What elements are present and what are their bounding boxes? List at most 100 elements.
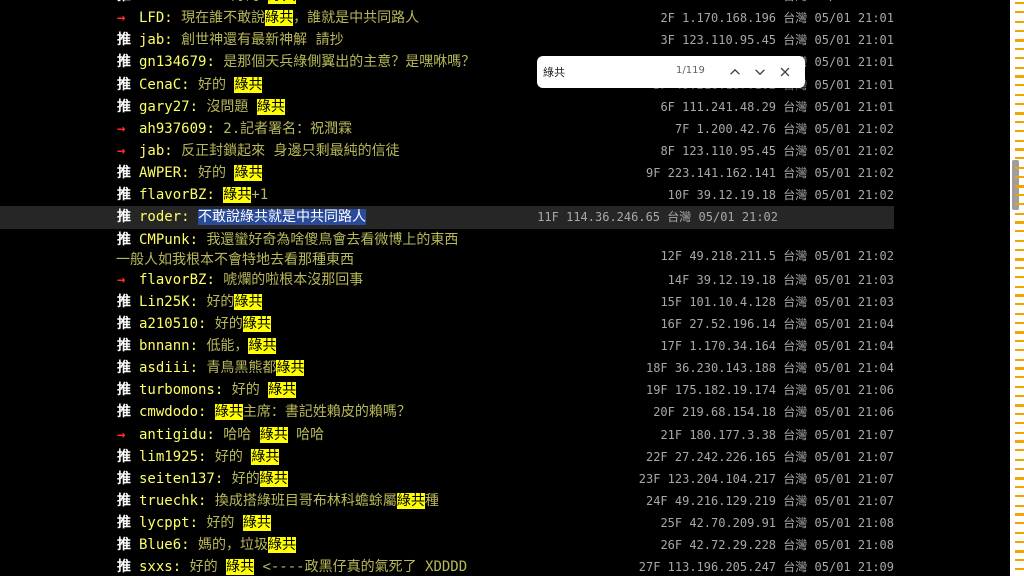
comment-body: 推 truechk: 換成搭綠班目哥布林科蟾蜍屬綠共種 [117,490,439,512]
scrollbar-match-marker [1015,103,1024,106]
comment-separator: : [206,271,224,288]
search-match-highlight: 綠共 [396,492,425,509]
comment-user: turbomons [139,382,215,399]
comment-meta: 2F 1.170.168.196 台灣 05/01 21:01 [660,7,894,29]
comment-body: → flavorBZ: 唬爛的啦根本沒那回事 [117,269,363,291]
arrow-tag: → [117,271,126,288]
scrollbar-match-marker [1015,239,1024,242]
comment-loc: 台灣 [783,316,808,331]
comment-meta: 3F 123.110.95.45 台灣 05/01 21:01 [660,29,894,51]
comment-text: 好的 [198,165,235,182]
scrollbar-match-marker [1015,266,1024,269]
comment-ip: 8F 123.110.95.45 [660,143,777,158]
comment-time: 05/01 21:02 [814,188,894,203]
scrollbar-match-marker [1015,139,1024,142]
scrollbar-match-marker [1015,221,1024,223]
comment-time: 05/01 21:08 [814,538,894,553]
find-close-button[interactable] [774,61,796,83]
find-in-page-bar: 1/119 [537,56,805,88]
comment-ip: 11F 114.36.246.65 [537,210,661,225]
arrow-tag: → [117,120,126,137]
scrollbar-match-marker [1015,75,1024,77]
find-input[interactable] [543,62,663,82]
comment-meta: 25F 42.70.209.91 台灣 05/01 21:08 [660,512,894,534]
comment-text: 好的 [206,515,243,532]
comment-separator: : [189,337,207,354]
comment-separator: : [172,559,190,576]
comment-row: 推 jab: 創世神還有最新神解 請抄 3F 123.110.95.45 台灣 05… [0,29,1010,51]
scrollbar-match-marker [1015,157,1024,160]
comment-loc: 台灣 [783,427,808,442]
search-match-highlight: 綠共 [242,315,271,332]
search-match-highlight: 綠共 [268,537,297,554]
arrow-tag: → [117,142,126,159]
comment-separator: : [198,492,215,509]
comment-loc: 台灣 [783,516,808,531]
comment-separator: : [198,448,215,465]
comment-separator: : [189,231,207,248]
search-match-highlight: 綠共 [234,293,263,310]
comment-separator: : [181,76,199,93]
comment-ip: 1F 111.243.181.42 [653,0,776,3]
comment-loc: 台灣 [783,361,808,376]
comment-user: cmwdodo [139,404,199,421]
comment-user: a210510 [139,315,199,332]
search-match-highlight: 綠共 [276,360,305,377]
comment-time: 05/01 21:02 [814,248,894,263]
scrollbar-match-marker [1015,294,1024,296]
push-tag: 推 [117,559,131,576]
comment-ip: 23F 123.204.104.217 [638,471,777,486]
push-tag: 推 [117,293,131,310]
comment-time: 05/01 21:06 [814,383,894,398]
comment-user: lim1925 [139,448,199,465]
comment-text: 好的 [198,76,235,93]
comment-loc: 台灣 [783,538,808,553]
comment-body: → LFD: 現在誰不敢說綠共，誰就是中共同路人 [117,7,419,29]
scrollbar-match-marker [1015,2,1024,4]
comment-loc: 台灣 [783,272,808,287]
vertical-scrollbar[interactable] [1010,0,1024,576]
comment-row: 推 Lin25K: 好的綠共 15F 101.10.4.128 台灣 05/01 2… [0,291,1010,313]
arrow-tag: → [117,426,126,443]
find-match-count: 1/119 [676,65,705,76]
comment-text: 主席：書記姓賴皮的賴嗎？ [242,404,411,421]
comment-body: 推 bnnann: 低能，綠共 [117,335,277,357]
comment-loc: 台灣 [783,188,808,203]
comment-time: 05/01 21:01 [814,11,894,26]
comment-text: 媽的，垃圾 [198,537,269,554]
comment-loc: 台灣 [783,471,808,486]
comment-ip: 16F 27.52.196.14 [660,316,777,331]
comment-body: 推 Lin25K: 好的綠共 [117,291,263,313]
comment-list: 推LimYoHwan: 好的 綠共1F 111.243.181.42 台灣 05… [0,0,1010,576]
comment-separator: : [164,10,182,27]
scrollbar-match-marker [1015,358,1024,361]
comment-separator: : [189,515,207,532]
comment-text: ，誰就是中共同路人 [293,10,420,27]
scrollbar-match-marker [1015,38,1024,41]
search-match-highlight: 綠共 [223,187,252,204]
find-previous-button[interactable] [724,61,746,83]
comment-row: → antigidu: 哈哈 綠共 哈哈 21F 180.177.3.38 台灣 0… [0,424,1010,446]
comment-body: 推 seiten137: 好的綠共 [117,468,288,490]
scrollbar-match-marker [1015,522,1024,525]
scrollbar-match-marker [1015,203,1024,206]
comment-text: 好的 [231,470,260,487]
comment-time: 05/01 21:04 [814,316,894,331]
comment-row: 推 Blue6: 媽的，垃圾綠共 26F 42.72.29.228 台灣 05/01… [0,534,1010,556]
search-match-highlight: 綠共 [268,382,297,399]
comment-text: 我還蠻好奇為啥傻鳥會去看微博上的東西 [206,231,459,248]
comment-time: 05/01 21:09 [814,560,894,575]
comment-ip: 6F 111.241.48.29 [660,99,777,114]
comment-time: 05/01 21:04 [814,338,894,353]
comment-time: 05/01 21:02 [698,210,778,225]
selected-text: 不敢說綠共就是中共同路人 [198,209,367,226]
scrollbar-match-marker [1015,395,1024,398]
comment-text: 現在誰不敢說 [181,10,266,27]
comment-time: 05/01 21:03 [814,294,894,309]
find-next-button[interactable] [749,61,771,83]
comment-separator: : [206,54,224,71]
comment-row: 推 flavorBZ: 綠共+1 10F 39.12.19.18 台灣 05/01 … [0,184,1010,206]
scrollbar-match-marker [1015,513,1024,515]
comment-time: 05/01 21:01 [814,77,894,92]
comment-user: flavorBZ [139,187,207,204]
